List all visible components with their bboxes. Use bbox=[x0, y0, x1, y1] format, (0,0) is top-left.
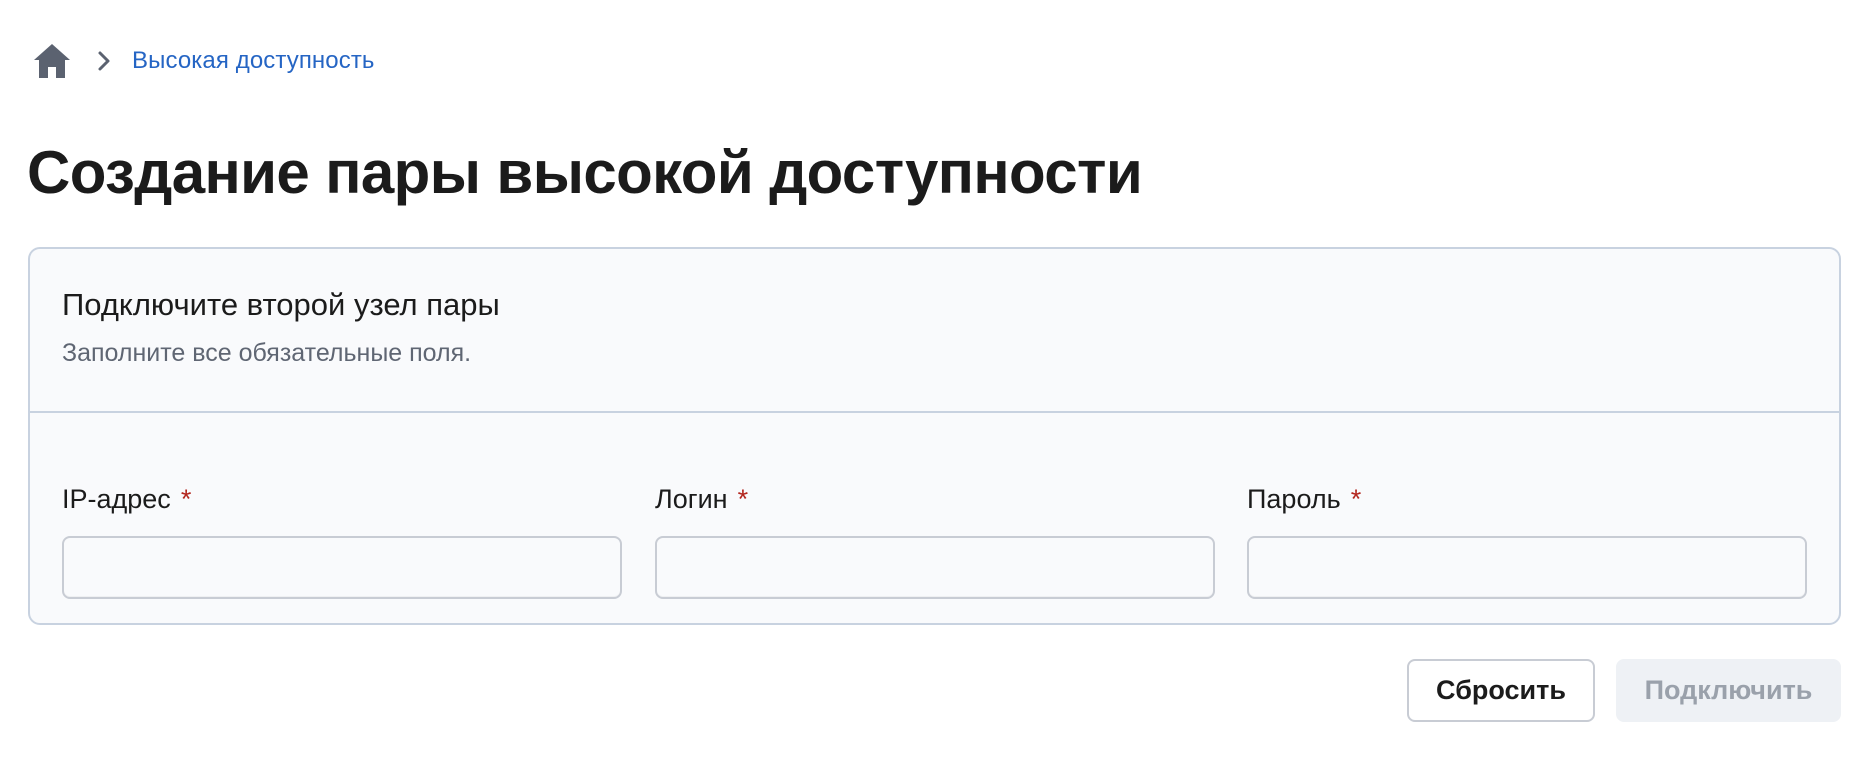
reset-button[interactable]: Сбросить bbox=[1407, 659, 1595, 722]
card-subtitle: Заполните все обязательные поля. bbox=[62, 339, 472, 367]
login-input[interactable] bbox=[655, 536, 1215, 599]
login-field-group: Логин * bbox=[655, 482, 1215, 599]
ip-address-input[interactable] bbox=[62, 536, 622, 599]
card-title: Подключите второй узел пары bbox=[62, 287, 500, 322]
ip-address-field-group: IP-адрес * bbox=[62, 482, 622, 599]
connect-button[interactable]: Подключить bbox=[1616, 659, 1841, 722]
ip-address-label-text: IP-адрес bbox=[62, 483, 171, 514]
login-label: Логин * bbox=[655, 482, 1215, 516]
chevron-right-icon bbox=[92, 49, 116, 73]
password-label: Пароль * bbox=[1247, 482, 1807, 516]
password-input[interactable] bbox=[1247, 536, 1807, 599]
login-label-text: Логин bbox=[655, 483, 728, 514]
password-field-group: Пароль * bbox=[1247, 482, 1807, 599]
home-icon[interactable] bbox=[32, 42, 72, 80]
required-mark: * bbox=[737, 483, 749, 514]
card-header: Подключите второй узел пары Заполните вс… bbox=[30, 249, 1839, 413]
ip-address-label: IP-адрес * bbox=[62, 482, 622, 516]
required-mark: * bbox=[180, 483, 192, 514]
breadcrumb: Высокая доступность bbox=[32, 42, 375, 80]
required-mark: * bbox=[1350, 483, 1362, 514]
connect-node-card: Подключите второй узел пары Заполните вс… bbox=[28, 247, 1841, 625]
password-label-text: Пароль bbox=[1247, 483, 1341, 514]
page-title: Создание пары высокой доступности bbox=[27, 139, 1143, 206]
breadcrumb-link-high-availability[interactable]: Высокая доступность bbox=[132, 47, 375, 75]
